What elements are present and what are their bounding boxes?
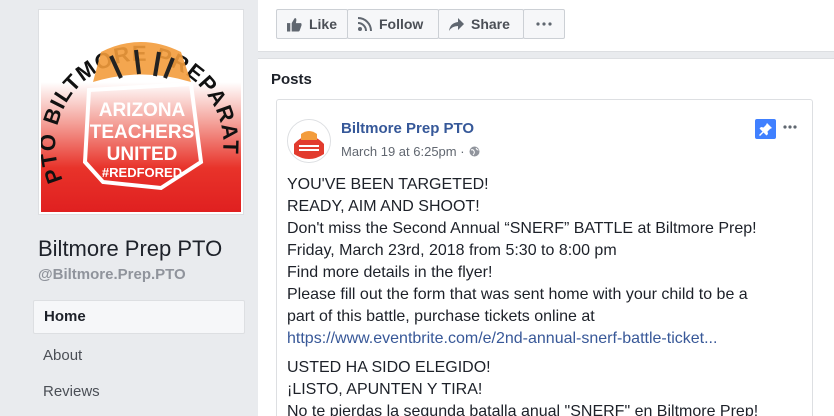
follow-button[interactable]: Follow <box>347 9 439 39</box>
pin-icon <box>759 122 772 136</box>
post-line: YOU'VE BEEN TARGETED! <box>287 176 489 193</box>
ellipsis-icon <box>536 22 552 26</box>
logo-line3: UNITED <box>107 144 178 165</box>
avatar-logo <box>288 120 330 162</box>
post-options-button[interactable] <box>783 116 797 134</box>
pinned-post-badge[interactable] <box>755 119 776 139</box>
post-line: USTED HA SIDO ELEGIDO! <box>287 359 491 376</box>
post-line: ¡LISTO, APUNTEN Y TIRA! <box>287 381 483 398</box>
post-timestamp-row: March 19 at 6:25pm · <box>341 144 480 159</box>
rss-icon <box>358 17 372 31</box>
logo-graphic: PTO BILTMORE PREPARATORY ARIZONA TEACHER… <box>41 12 242 191</box>
pinned-post: Biltmore Prep PTO March 19 at 6:25pm · Y… <box>276 99 813 416</box>
share-label: Share <box>471 16 510 32</box>
post-timestamp[interactable]: March 19 at 6:25pm · <box>341 144 465 159</box>
share-arrow-icon <box>449 17 464 31</box>
like-button[interactable]: Like <box>276 9 348 39</box>
post-line: part of this battle, purchase tickets on… <box>287 308 595 325</box>
author-avatar[interactable] <box>287 119 331 163</box>
post-line: Please fill out the form that was sent h… <box>287 286 748 303</box>
page-action-bar: Like Follow Share <box>258 0 834 52</box>
globe-icon <box>469 146 480 157</box>
post-line: Don't miss the Second Annual “SNERF” BAT… <box>287 220 757 237</box>
more-actions-button[interactable] <box>523 9 565 39</box>
logo-line2: TEACHERS <box>90 122 195 143</box>
like-label: Like <box>308 16 337 32</box>
post-line: Find more details in the flyer! <box>287 264 493 281</box>
page-handle[interactable]: @Biltmore.Prep.PTO <box>38 266 186 283</box>
post-body: YOU'VE BEEN TARGETED! READY, AIM AND SHO… <box>287 174 807 416</box>
logo-line1: ARIZONA <box>99 100 186 121</box>
follow-label: Follow <box>379 16 424 32</box>
left-column: PTO BILTMORE PREPARATORY ARIZONA TEACHER… <box>0 0 258 416</box>
posts-heading: Posts <box>271 71 312 88</box>
profile-logo: PTO BILTMORE PREPARATORY ARIZONA TEACHER… <box>41 12 242 212</box>
nav-item-home[interactable]: Home <box>33 300 245 334</box>
post-line: Friday, March 23rd, 2018 from 5:30 to 8:… <box>287 242 617 259</box>
post-line: READY, AIM AND SHOOT! <box>287 198 480 215</box>
share-button[interactable]: Share <box>438 9 524 39</box>
event-link[interactable]: https://www.eventbrite.com/e/2nd-annual-… <box>287 330 717 347</box>
post-author[interactable]: Biltmore Prep PTO <box>341 120 474 137</box>
logo-hashtag: #REDFORED <box>102 165 182 180</box>
page-nav: Home About Reviews <box>33 300 245 410</box>
post-line: No te pierdas la segunda batalla anual "… <box>287 403 759 416</box>
post-options-icon <box>783 125 797 129</box>
posts-section: Posts Biltmore Prep PTO March 19 at 6:25… <box>258 58 834 416</box>
nav-item-reviews[interactable]: Reviews <box>33 374 245 410</box>
page-name[interactable]: Biltmore Prep PTO <box>38 236 222 262</box>
thumbs-up-icon <box>287 17 302 32</box>
nav-item-about[interactable]: About <box>33 338 245 374</box>
profile-picture[interactable]: PTO BILTMORE PREPARATORY ARIZONA TEACHER… <box>38 9 244 215</box>
